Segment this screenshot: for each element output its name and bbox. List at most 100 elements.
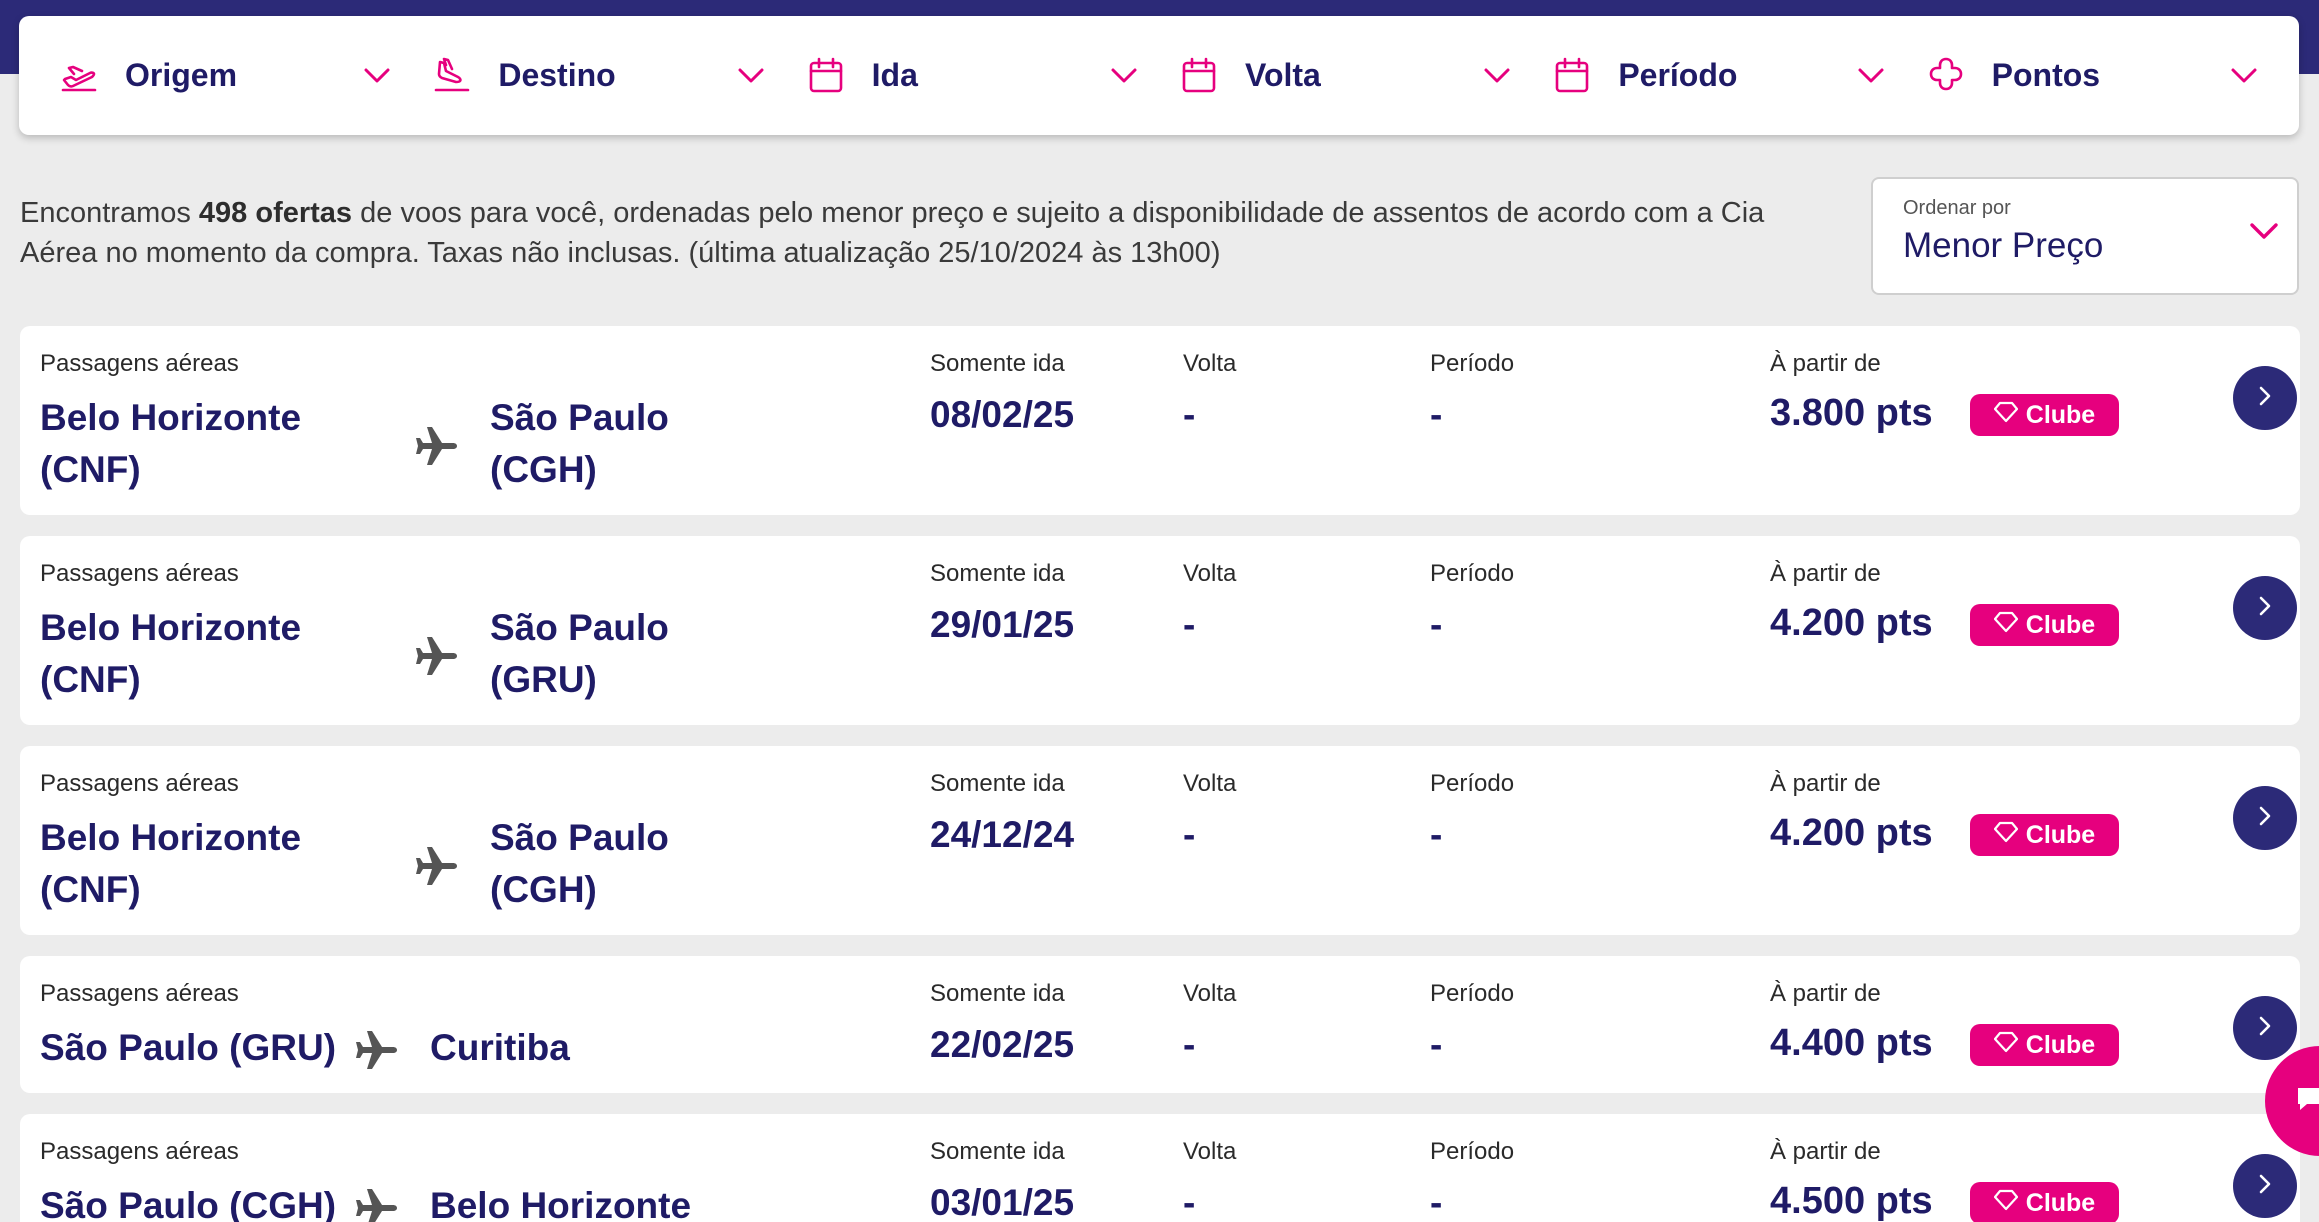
summary-prefix: Encontramos <box>20 197 199 229</box>
volta-value: - <box>1183 604 1196 645</box>
clube-badge: Clube <box>1970 1182 2119 1222</box>
volta-value: - <box>1183 1182 1196 1222</box>
price-header: À partir de <box>1770 980 1881 1007</box>
volta-header: Volta <box>1183 560 1237 587</box>
chevron-right-icon <box>2258 385 2272 412</box>
chevron-down-icon <box>2229 61 2259 91</box>
origin-city: Belo Horizonte (CNF) <box>40 607 302 700</box>
ida-date: 24/12/24 <box>930 814 1075 855</box>
points-icon <box>1926 56 1966 96</box>
diamond-icon <box>1993 611 2018 640</box>
plane-icon <box>355 1028 399 1072</box>
plane-icon <box>415 634 459 678</box>
filter-volta[interactable]: Volta <box>1179 16 1552 135</box>
price-header: À partir de <box>1770 1138 1881 1165</box>
volta-header: Volta <box>1183 1138 1237 1165</box>
badge-label: Clube <box>2025 820 2096 849</box>
filter-ida[interactable]: Ida <box>806 16 1179 135</box>
badge-label: Clube <box>2025 400 2096 429</box>
filter-label: Pontos <box>1991 57 2101 93</box>
plane-icon <box>415 424 459 468</box>
category-label: Passagens aéreas <box>40 350 239 377</box>
badge-label: Clube <box>2025 1188 2096 1217</box>
periodo-header: Período <box>1430 1138 1515 1165</box>
category-label: Passagens aéreas <box>40 770 239 797</box>
destination-city: Curitiba <box>430 1027 570 1068</box>
sort-value: Menor Preço <box>1903 226 2104 265</box>
periodo-value: - <box>1430 604 1443 645</box>
destination-city: São Paulo (CGH) <box>490 817 669 910</box>
filter-label: Origem <box>125 57 238 93</box>
periodo-value: - <box>1430 1024 1443 1065</box>
price-points: 4.500 pts <box>1770 1180 1933 1222</box>
ida-header: Somente ida <box>930 980 1065 1007</box>
periodo-header: Período <box>1430 350 1515 377</box>
takeoff-icon <box>59 56 99 96</box>
price-header: À partir de <box>1770 560 1881 587</box>
open-offer-button[interactable] <box>2233 366 2297 430</box>
filter-label: Ida <box>871 57 918 93</box>
offers-count: 498 ofertas <box>198 197 353 229</box>
periodo-value: - <box>1430 814 1443 855</box>
filter-periodo[interactable]: Período <box>1552 16 1925 135</box>
chevron-down-icon <box>736 61 766 91</box>
sort-select[interactable]: Ordenar por Menor Preço <box>1871 177 2299 295</box>
category-label: Passagens aéreas <box>40 980 239 1007</box>
chevron-right-icon <box>2258 1015 2272 1042</box>
ida-header: Somente ida <box>930 1138 1065 1165</box>
chevron-down-icon <box>1482 61 1512 91</box>
offer-card[interactable]: Passagens aéreas Belo Horizonte (CNF) Sã… <box>20 326 2300 515</box>
offer-card[interactable]: Passagens aéreas São Paulo (GRU) Curitib… <box>20 956 2300 1093</box>
filter-label: Destino <box>498 57 616 93</box>
origin-city: Belo Horizonte (CNF) <box>40 397 302 490</box>
price-points: 4.200 pts <box>1770 602 1933 644</box>
ida-header: Somente ida <box>930 350 1065 377</box>
origin-city: Belo Horizonte (CNF) <box>40 817 302 910</box>
clube-badge: Clube <box>1970 814 2119 856</box>
offer-card[interactable]: Passagens aéreas Belo Horizonte (CNF) Sã… <box>20 746 2300 935</box>
ida-date: 29/01/25 <box>930 604 1075 645</box>
category-label: Passagens aéreas <box>40 560 239 587</box>
offer-card[interactable]: Passagens aéreas São Paulo (CGH) Belo Ho… <box>20 1114 2300 1222</box>
price-header: À partir de <box>1770 350 1881 377</box>
diamond-icon <box>1993 821 2018 850</box>
plane-icon <box>415 844 459 888</box>
chevron-right-icon <box>2258 595 2272 622</box>
diamond-icon <box>1993 1189 2018 1218</box>
open-offer-button[interactable] <box>2233 996 2297 1060</box>
plane-icon <box>355 1186 399 1222</box>
filter-origem[interactable]: Origem <box>59 16 432 135</box>
diamond-icon <box>1993 401 2018 430</box>
periodo-header: Período <box>1430 560 1515 587</box>
volta-header: Volta <box>1183 770 1237 797</box>
filter-destino[interactable]: Destino <box>432 16 805 135</box>
filter-label: Período <box>1618 57 1738 93</box>
chevron-right-icon <box>2258 1173 2272 1200</box>
calendar-icon <box>1552 56 1592 96</box>
origin-city: São Paulo (CGH) <box>40 1185 337 1222</box>
periodo-header: Período <box>1430 980 1515 1007</box>
calendar-icon <box>806 56 846 96</box>
volta-value: - <box>1183 1024 1196 1065</box>
filter-pontos[interactable]: Pontos <box>1926 16 2259 135</box>
search-filter-bar: Origem Destino Ida Volta Período Pontos <box>19 16 2299 135</box>
badge-label: Clube <box>2025 610 2096 639</box>
price-points: 4.200 pts <box>1770 812 1933 854</box>
open-offer-button[interactable] <box>2233 576 2297 640</box>
periodo-value: - <box>1430 1182 1443 1222</box>
diamond-icon <box>1993 1031 2018 1060</box>
volta-value: - <box>1183 814 1196 855</box>
price-header: À partir de <box>1770 770 1881 797</box>
price-points: 3.800 pts <box>1770 392 1933 434</box>
ida-header: Somente ida <box>930 560 1065 587</box>
open-offer-button[interactable] <box>2233 786 2297 850</box>
offer-card[interactable]: Passagens aéreas Belo Horizonte (CNF) Sã… <box>20 536 2300 725</box>
clube-badge: Clube <box>1970 604 2119 646</box>
volta-value: - <box>1183 394 1196 435</box>
open-offer-button[interactable] <box>2233 1154 2297 1218</box>
chevron-down-icon <box>362 61 392 91</box>
calendar-icon <box>1179 56 1219 96</box>
ida-date: 08/02/25 <box>930 394 1075 435</box>
landing-icon <box>432 56 472 96</box>
badge-label: Clube <box>2025 1030 2096 1059</box>
